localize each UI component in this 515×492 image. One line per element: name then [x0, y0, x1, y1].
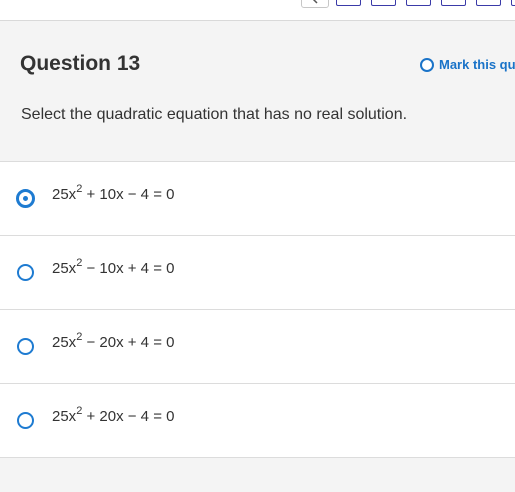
equation-text: 25x2 − 10x + 4 = 0	[52, 257, 175, 277]
radio-button[interactable]	[17, 412, 34, 429]
equation-text: 25x2 + 20x − 4 = 0	[52, 405, 175, 425]
answer-option[interactable]: 25x2 + 10x − 4 = 0	[0, 162, 515, 236]
answer-options: 25x2 + 10x − 4 = 0 25x2 − 10x + 4 = 0 25…	[0, 161, 515, 458]
mark-question-label: Mark this qu	[439, 57, 515, 72]
radio-button[interactable]	[17, 338, 34, 355]
answer-option[interactable]: 25x2 − 20x + 4 = 0	[0, 310, 515, 384]
question-title: Question 13	[20, 52, 141, 75]
radio-button[interactable]	[16, 189, 35, 208]
question-nav-box[interactable]	[336, 0, 361, 6]
equation-text: 25x2 + 10x − 4 = 0	[52, 183, 175, 203]
question-nav-bar	[0, 0, 515, 21]
equation-text: 25x2 − 20x + 4 = 0	[52, 331, 175, 351]
question-nav-box[interactable]	[441, 0, 466, 6]
answer-option[interactable]: 25x2 + 20x − 4 = 0	[0, 384, 515, 458]
question-nav-box[interactable]	[371, 0, 396, 6]
footer-panel	[0, 458, 515, 492]
answer-option[interactable]: 25x2 − 10x + 4 = 0	[0, 236, 515, 310]
chevron-left-icon	[312, 0, 318, 4]
question-header	[0, 21, 515, 161]
question-nav-box[interactable]	[476, 0, 501, 6]
question-nav-box[interactable]	[406, 0, 431, 6]
circle-outline-icon	[420, 57, 434, 72]
question-prompt: Select the quadratic equation that has n…	[21, 106, 408, 123]
question-nav-box[interactable]	[511, 0, 515, 6]
radio-button[interactable]	[17, 264, 34, 281]
prev-question-button[interactable]	[301, 0, 329, 8]
mark-question-link[interactable]: Mark this qu	[420, 57, 515, 72]
